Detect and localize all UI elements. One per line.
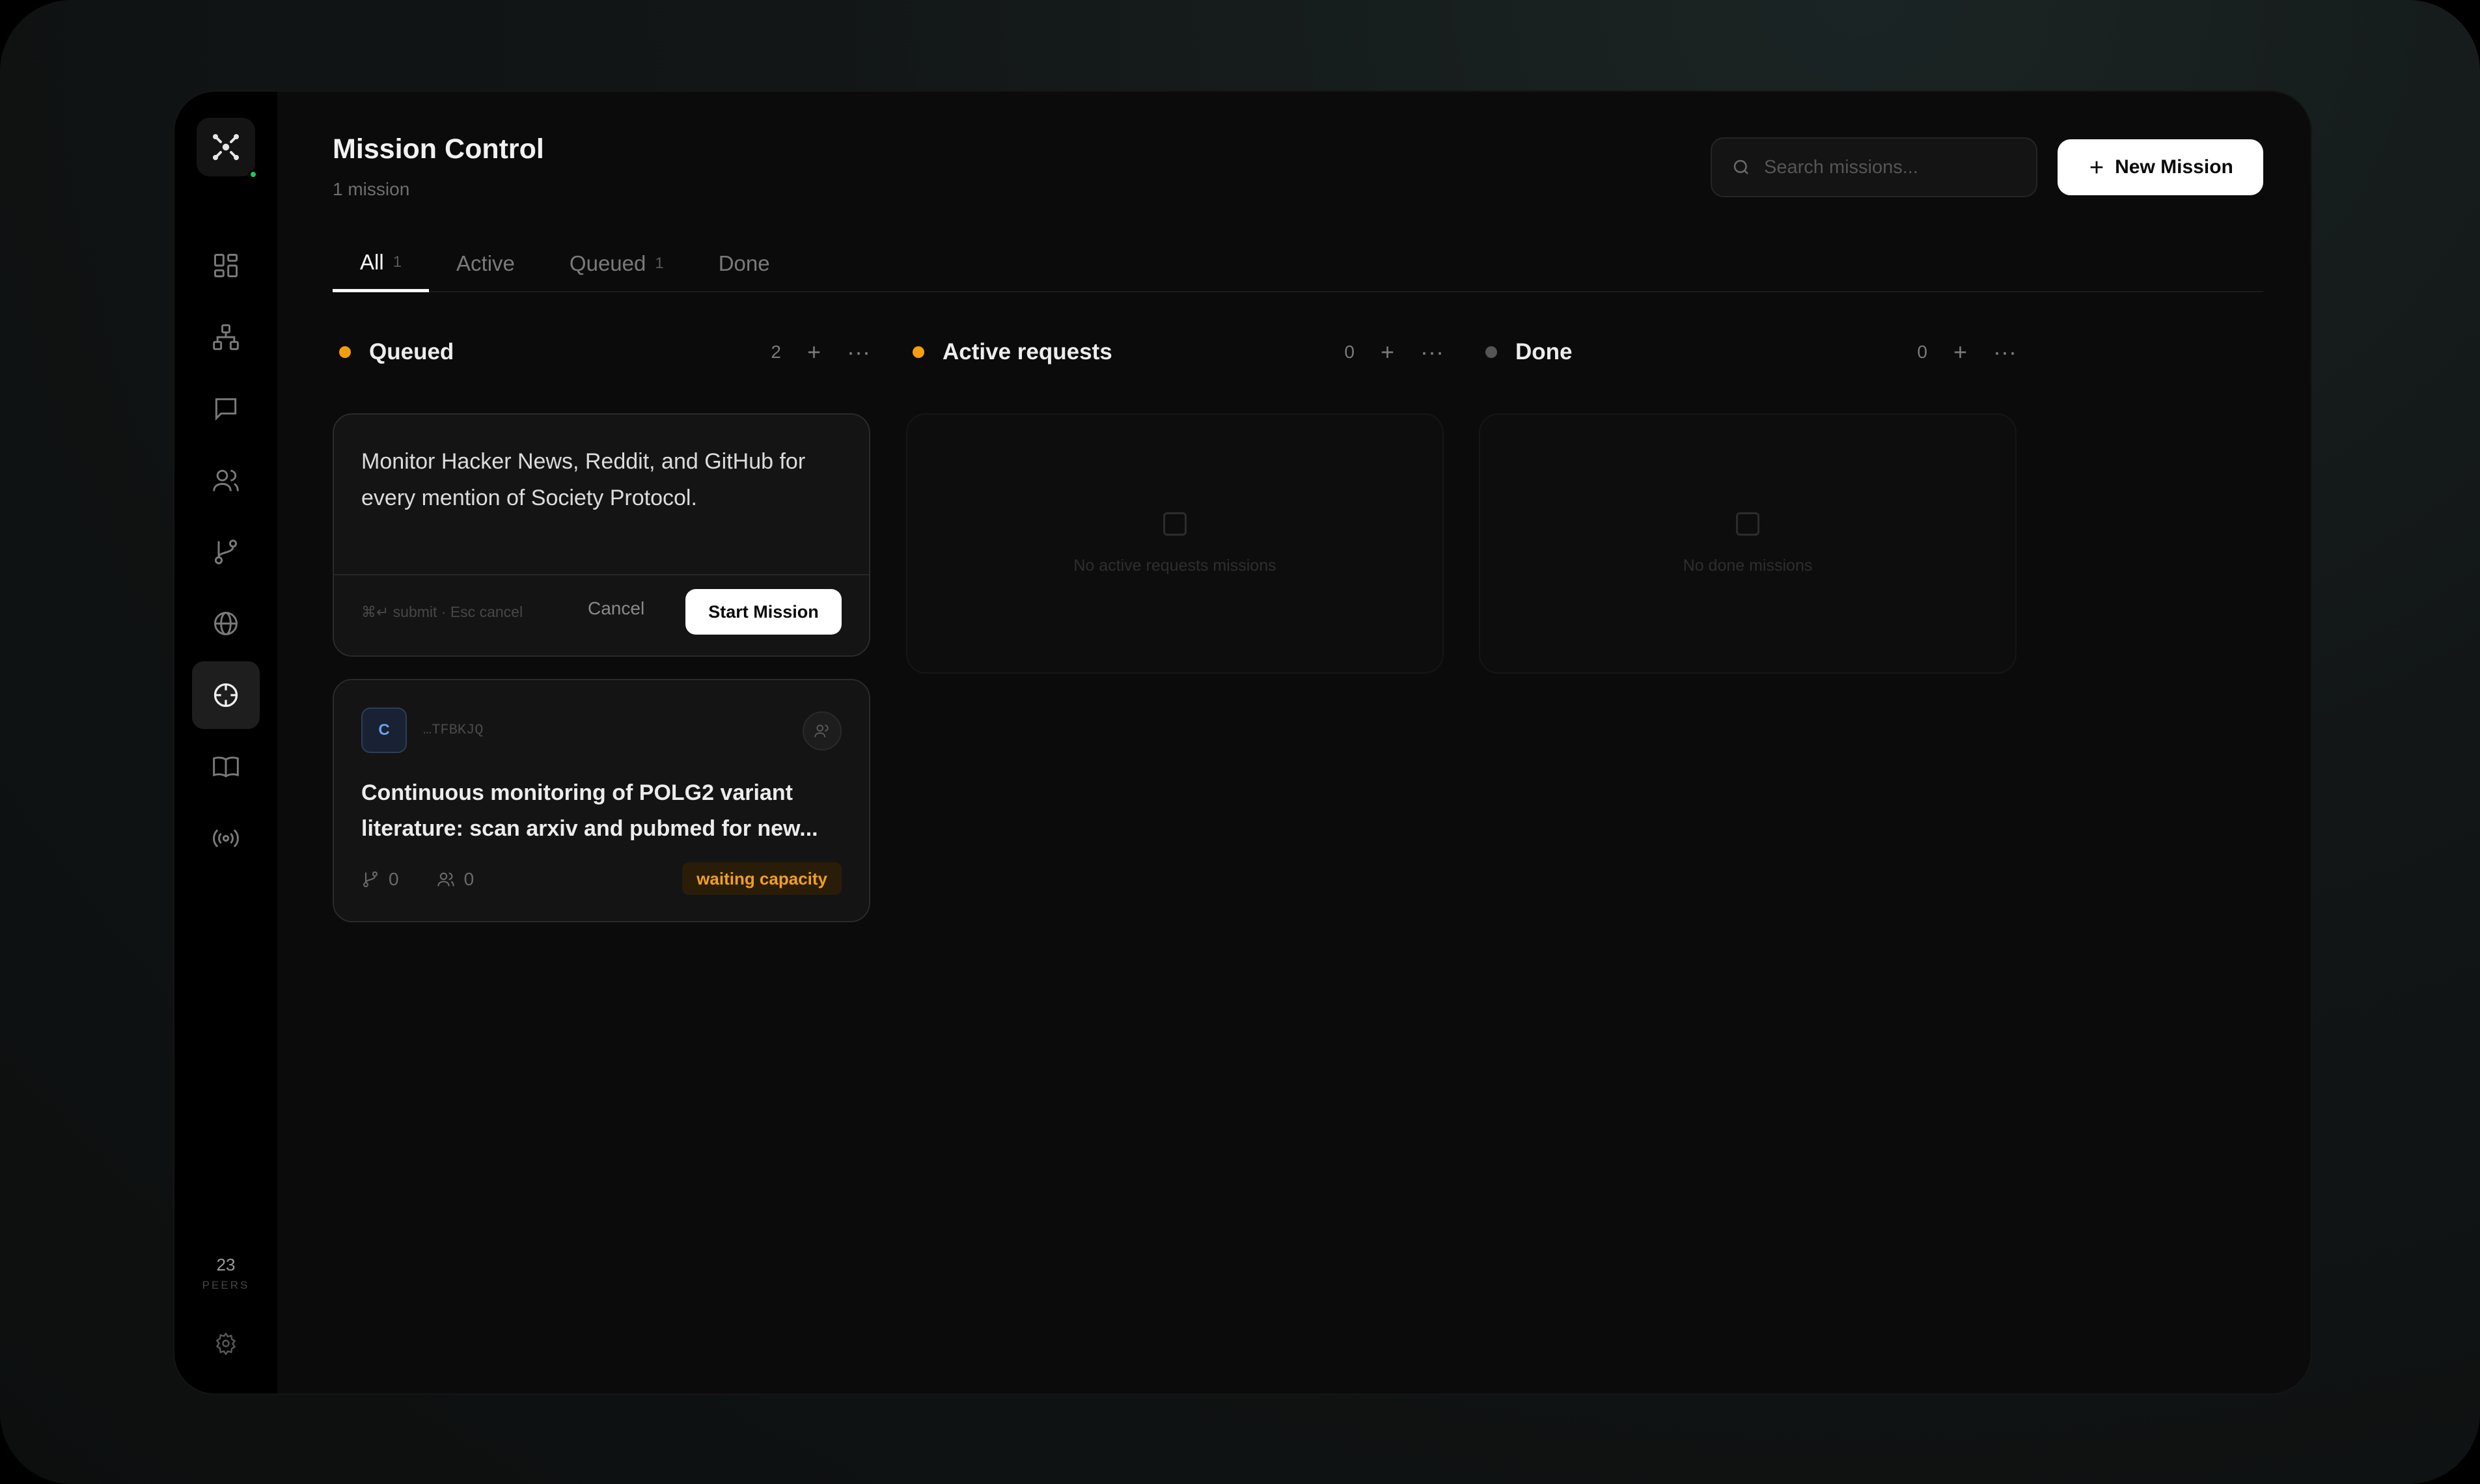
tab-active[interactable]: Active bbox=[429, 235, 542, 292]
tab-label: Queued bbox=[569, 251, 646, 275]
logo[interactable] bbox=[197, 118, 258, 179]
mission-title: Continuous monitoring of POLG2 variant l… bbox=[361, 780, 818, 841]
mission-meta: 0 0 bbox=[361, 869, 474, 890]
column-header-done: Done 0 + ··· bbox=[1479, 333, 2017, 372]
empty-state-text: No done missions bbox=[1683, 556, 1813, 575]
nav-branches[interactable] bbox=[192, 518, 260, 586]
column-header-active-requests: Active requests 0 + ··· bbox=[906, 333, 1444, 372]
status-dot bbox=[913, 346, 924, 358]
column-count: 0 bbox=[1917, 342, 1927, 362]
page-title: Mission Control bbox=[333, 133, 544, 165]
tab-label: Active bbox=[456, 251, 515, 275]
column-count: 0 bbox=[1344, 342, 1355, 362]
app-window: 23 PEERS Mission Control 1 mission Ne bbox=[174, 92, 2311, 1394]
column-title: Done bbox=[1515, 339, 1573, 364]
status-dot bbox=[1485, 346, 1497, 358]
settings-button[interactable] bbox=[210, 1327, 242, 1360]
tab-count: 1 bbox=[655, 254, 664, 272]
assign-agent-button[interactable] bbox=[803, 711, 842, 750]
empty-state-icon bbox=[1163, 512, 1187, 536]
status-dot bbox=[339, 346, 351, 358]
branch-count: 0 bbox=[389, 869, 399, 889]
users-icon bbox=[814, 724, 829, 737]
mission-card[interactable]: C …TFBKJQ Continuous monitoring of POLG2… bbox=[333, 679, 870, 922]
search-input[interactable] bbox=[1764, 156, 2024, 178]
users-icon bbox=[213, 469, 239, 491]
broadcast-icon bbox=[213, 829, 239, 847]
globe-icon bbox=[214, 612, 238, 635]
nav-dashboard[interactable] bbox=[192, 232, 260, 299]
gear-icon bbox=[215, 1332, 236, 1355]
divider bbox=[334, 574, 869, 575]
new-mission-button[interactable]: New Mission bbox=[2058, 139, 2263, 195]
nav-globe[interactable] bbox=[192, 590, 260, 657]
more-options-icon[interactable]: ··· bbox=[847, 338, 870, 366]
online-status-dot bbox=[249, 170, 258, 179]
plus-icon bbox=[2090, 161, 2103, 174]
device-frame: 23 PEERS Mission Control 1 mission Ne bbox=[0, 0, 2480, 1484]
git-branch-icon bbox=[214, 540, 238, 564]
sidebar: 23 PEERS bbox=[174, 92, 277, 1394]
network-icon bbox=[213, 324, 239, 350]
tab-count: 1 bbox=[393, 253, 402, 271]
filter-tabs: All 1 Active Queued 1 Done bbox=[333, 235, 2263, 292]
empty-state-text: No active requests missions bbox=[1073, 556, 1276, 575]
chat-icon bbox=[215, 398, 237, 421]
column-count: 2 bbox=[771, 342, 781, 362]
keyboard-hint: ⌘↵ submit · Esc cancel bbox=[361, 603, 523, 620]
column-header-queued: Queued 2 + ··· bbox=[333, 333, 870, 372]
column-title: Queued bbox=[369, 339, 454, 364]
empty-column-placeholder: No done missions bbox=[1479, 413, 2017, 674]
tab-all[interactable]: All 1 bbox=[333, 235, 430, 292]
more-options-icon[interactable]: ··· bbox=[1993, 338, 2017, 366]
nav-library[interactable] bbox=[192, 733, 260, 801]
draft-mission-text[interactable]: Monitor Hacker News, Reddit, and GitHub … bbox=[361, 443, 849, 516]
empty-state-icon bbox=[1736, 512, 1759, 536]
new-mission-label: New Mission bbox=[2115, 156, 2233, 178]
mission-avatar: C bbox=[361, 708, 407, 753]
column-title: Active requests bbox=[943, 339, 1112, 364]
empty-column-placeholder: No active requests missions bbox=[906, 413, 1444, 674]
book-icon bbox=[213, 756, 239, 778]
agent-count: 0 bbox=[463, 869, 475, 889]
git-branch-icon bbox=[363, 871, 378, 888]
tab-queued[interactable]: Queued 1 bbox=[542, 235, 691, 292]
nav-missions[interactable] bbox=[192, 661, 260, 729]
cancel-button[interactable]: Cancel bbox=[588, 598, 644, 619]
tab-label: All bbox=[360, 249, 384, 274]
nav-broadcast[interactable] bbox=[192, 804, 260, 872]
nav-network[interactable] bbox=[192, 303, 260, 371]
start-mission-button[interactable]: Start Mission bbox=[685, 589, 842, 635]
mission-count: 1 mission bbox=[333, 179, 410, 199]
users-icon bbox=[437, 872, 454, 886]
status-badge: waiting capacity bbox=[682, 862, 842, 895]
mission-id: …TFBKJQ bbox=[423, 722, 484, 738]
search-box[interactable] bbox=[1711, 137, 2037, 197]
crosshair-icon bbox=[214, 683, 238, 708]
dashboard-icon bbox=[214, 254, 238, 277]
tab-done[interactable]: Done bbox=[691, 235, 797, 292]
tab-label: Done bbox=[718, 251, 770, 275]
draft-mission-card: Monitor Hacker News, Reddit, and GitHub … bbox=[333, 413, 870, 657]
add-card-icon[interactable]: + bbox=[807, 338, 821, 366]
peers-count: 23 bbox=[216, 1255, 236, 1274]
add-card-icon[interactable]: + bbox=[1381, 338, 1394, 366]
peers-counter: 23 PEERS bbox=[174, 1255, 277, 1292]
add-card-icon[interactable]: + bbox=[1953, 338, 1967, 366]
peers-label: PEERS bbox=[202, 1279, 250, 1291]
nav-chat[interactable] bbox=[192, 375, 260, 443]
nav-users[interactable] bbox=[192, 447, 260, 514]
logo-icon bbox=[213, 134, 239, 160]
more-options-icon[interactable]: ··· bbox=[1420, 338, 1444, 366]
search-icon bbox=[1733, 159, 1748, 174]
